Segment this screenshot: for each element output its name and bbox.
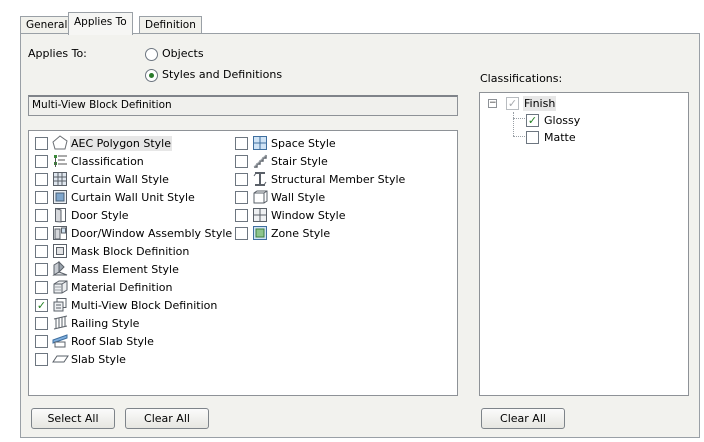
list-item[interactable]: Door/Window Assembly Style <box>35 224 233 242</box>
curtain-wall-unit-icon <box>53 190 67 204</box>
mass-element-icon <box>52 261 68 276</box>
checkbox[interactable] <box>35 262 48 276</box>
stair-icon <box>253 154 267 168</box>
objects-radio[interactable] <box>145 48 158 61</box>
applies-to-panel: Applies To: Objects Styles and Definitio… <box>20 33 700 438</box>
mask-block-icon <box>53 244 67 258</box>
checkbox[interactable] <box>35 208 48 222</box>
checkbox[interactable] <box>235 154 248 168</box>
styles-and-definitions-radio-label[interactable]: Styles and Definitions <box>162 68 282 81</box>
list-item[interactable]: Structural Member Style <box>235 170 406 188</box>
checkbox[interactable] <box>526 130 539 144</box>
checkbox[interactable] <box>35 334 48 348</box>
polygon-icon <box>52 135 68 150</box>
checkbox[interactable]: ✓ <box>35 298 48 312</box>
checkbox[interactable] <box>235 226 248 240</box>
tree-line <box>513 118 525 119</box>
space-icon <box>253 136 267 150</box>
checkbox[interactable] <box>235 172 248 186</box>
list-item[interactable]: Window Style <box>235 206 347 224</box>
list-item[interactable]: Zone Style <box>235 224 331 242</box>
tree-item-matte[interactable]: Matte <box>526 128 577 146</box>
styles-checklist[interactable]: AEC Polygon Style Classification Curtain… <box>28 130 458 396</box>
list-item[interactable]: Wall Style <box>235 188 326 206</box>
list-item[interactable]: Curtain Wall Unit Style <box>35 188 196 206</box>
checkbox[interactable] <box>35 226 48 240</box>
list-item[interactable]: Slab Style <box>35 350 127 368</box>
list-item[interactable]: Roof Slab Style <box>35 332 155 350</box>
list-item[interactable]: Railing Style <box>35 314 140 332</box>
classifications-tree[interactable]: − ✓ Finish ✓ Glossy Matte <box>479 92 689 396</box>
checkbox[interactable] <box>35 190 48 204</box>
checkbox[interactable]: ✓ <box>506 96 519 110</box>
checkbox[interactable] <box>35 280 48 294</box>
tab-general[interactable]: General <box>20 16 74 34</box>
checkbox[interactable] <box>35 244 48 258</box>
clear-all-button[interactable]: Clear All <box>125 408 209 429</box>
select-all-button[interactable]: Select All <box>31 408 115 429</box>
zone-icon <box>253 226 267 240</box>
door-window-assembly-icon <box>53 226 67 240</box>
checkbox[interactable] <box>235 190 248 204</box>
wall-icon <box>253 190 268 204</box>
roof-slab-icon <box>52 334 68 348</box>
list-item[interactable]: Classification <box>35 152 145 170</box>
classifications-label: Classifications: <box>480 72 563 85</box>
multi-view-block-icon <box>53 298 67 312</box>
checkbox[interactable] <box>35 136 48 150</box>
slab-icon <box>52 355 69 363</box>
collapse-icon[interactable]: − <box>488 99 497 108</box>
checkbox[interactable] <box>235 208 248 222</box>
checkbox[interactable] <box>235 136 248 150</box>
door-icon <box>55 207 66 223</box>
tree-line <box>513 112 514 136</box>
classification-icon <box>54 155 67 167</box>
list-item[interactable]: Space Style <box>235 134 337 152</box>
applies-to-label: Applies To: <box>28 47 87 60</box>
window-icon <box>253 208 267 222</box>
tree-line <box>513 136 525 137</box>
checkbox[interactable] <box>35 172 48 186</box>
current-definition-field: Multi-View Block Definition <box>28 95 458 116</box>
objects-radio-label[interactable]: Objects <box>162 47 204 60</box>
list-item[interactable]: Material Definition <box>35 278 173 296</box>
list-item[interactable]: Mass Element Style <box>35 260 180 278</box>
checkbox[interactable] <box>35 352 48 366</box>
checkbox[interactable]: ✓ <box>526 113 539 127</box>
list-item[interactable]: Mask Block Definition <box>35 242 190 260</box>
styles-and-definitions-radio[interactable] <box>145 69 158 82</box>
tree-item-glossy[interactable]: ✓ Glossy <box>526 111 581 129</box>
list-item[interactable]: Curtain Wall Style <box>35 170 170 188</box>
list-item[interactable]: ✓ Multi-View Block Definition <box>35 296 218 314</box>
clear-all-classifications-button[interactable]: Clear All <box>481 408 565 429</box>
railing-icon <box>53 315 68 330</box>
tab-applies-to[interactable]: Applies To <box>68 12 133 35</box>
tree-item-finish[interactable]: ✓ Finish <box>506 94 557 112</box>
list-item[interactable]: Door Style <box>35 206 130 224</box>
list-item[interactable]: AEC Polygon Style <box>35 134 172 152</box>
tab-definition[interactable]: Definition <box>139 16 202 34</box>
list-item[interactable]: Stair Style <box>235 152 329 170</box>
checkbox[interactable] <box>35 316 48 330</box>
structural-member-icon <box>253 172 267 186</box>
curtain-wall-icon <box>53 172 67 186</box>
checkbox[interactable] <box>35 154 48 168</box>
material-icon <box>53 280 68 294</box>
